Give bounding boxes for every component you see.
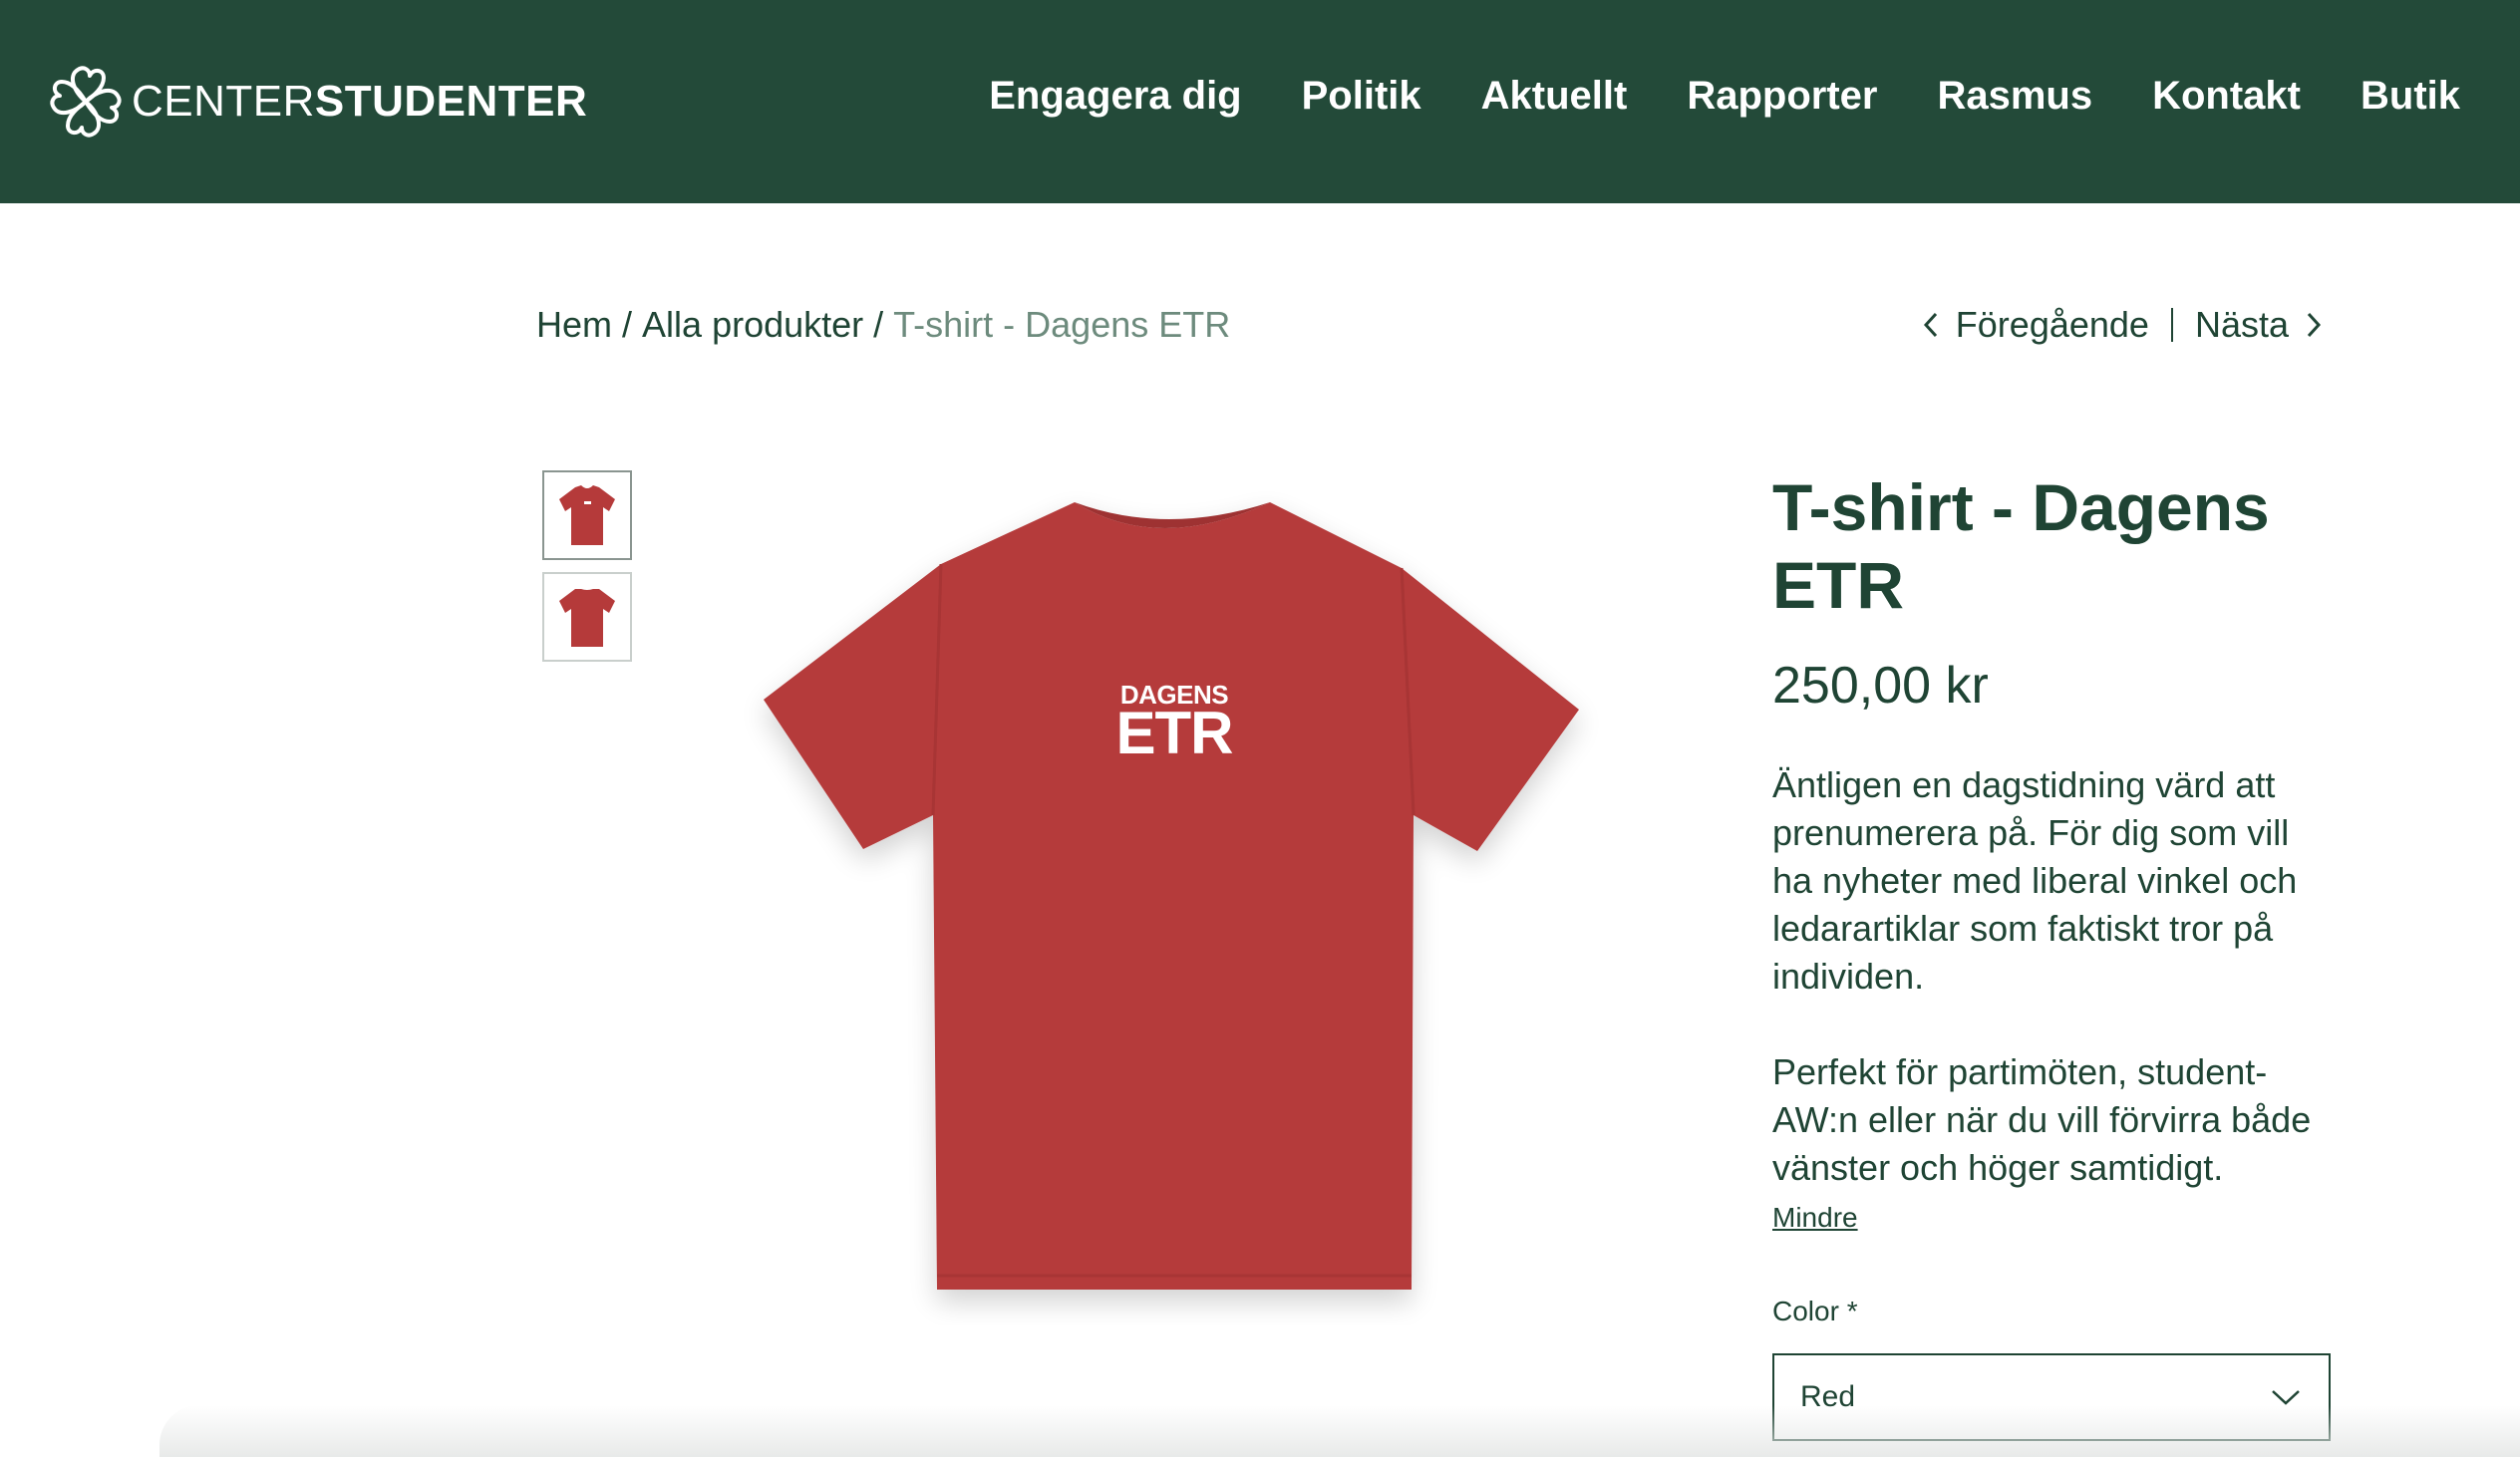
description-paragraph-1: Äntligen en dagstidning värd att prenume… [1772,764,2298,997]
nav-butik[interactable]: Butik [2361,64,2460,128]
product-main-image[interactable]: DAGENS ETR [698,448,1695,1325]
show-less-link[interactable]: Mindre [1772,1200,1858,1236]
breadcrumb-current: T-shirt - Dagens ETR [893,304,1231,345]
nav-engagera-dig[interactable]: Engagera dig [989,64,1241,128]
product-info: T-shirt - Dagens ETR 250,00 kr Äntligen … [1772,468,2331,1441]
breadcrumb-separator: / [873,304,884,345]
thumbnail-front[interactable] [542,470,632,560]
previous-link[interactable]: Föregående [1956,301,2149,349]
thumbnail-back[interactable] [542,572,632,662]
breadcrumb-home[interactable]: Hem [536,304,612,345]
breadcrumb-category[interactable]: Alla produkter [642,304,863,345]
site-header: CENTERSTUDENTER Engagera dig Politik Akt… [0,0,2520,203]
nav-kontakt[interactable]: Kontakt [2152,64,2301,128]
logo-wordmark: CENTERSTUDENTER [132,80,587,124]
nav-rapporter[interactable]: Rapporter [1687,64,1877,128]
chevron-left-icon [1923,312,1937,338]
next-link[interactable]: Nästa [2195,301,2289,349]
chevron-right-icon [2307,312,2322,338]
nav-politik[interactable]: Politik [1302,64,1421,128]
breadcrumb: Hem / Alla produkter / T-shirt - Dagens ETR [536,301,1230,349]
tshirt-front-thumbnail-icon [559,485,615,545]
logo-text-center: CENTER [132,77,315,126]
main-nav: Engagera dig Politik Aktuellt Rapporter … [989,64,2460,128]
nav-aktuellt[interactable]: Aktuellt [1481,64,1628,128]
description-paragraph-2: Perfekt för partimöten, student-AW:n ell… [1772,1051,2312,1188]
pager-divider [2170,308,2173,342]
product-title: T-shirt - Dagens ETR [1772,470,2270,622]
logo-text-studenter: STUDENTER [314,77,588,126]
tshirt-body [764,502,1579,1290]
nav-rasmus[interactable]: Rasmus [1937,64,2092,128]
site-logo[interactable]: CENTERSTUDENTER [46,54,587,149]
breadcrumb-separator: / [622,304,633,345]
clover-logo-icon [50,66,122,138]
chevron-down-icon [2272,1390,2300,1405]
shirt-print-etr: ETR [1116,700,1234,766]
product-description: Äntligen en dagstidning värd att prenume… [1772,761,2331,1192]
color-label: Color * [1772,1296,1858,1326]
product-price: 250,00 kr [1772,657,1989,715]
bottom-panel-edge [159,1405,2520,1457]
tshirt-back-thumbnail-icon [559,589,615,647]
product-pager: Föregående Nästa [1920,301,2325,349]
